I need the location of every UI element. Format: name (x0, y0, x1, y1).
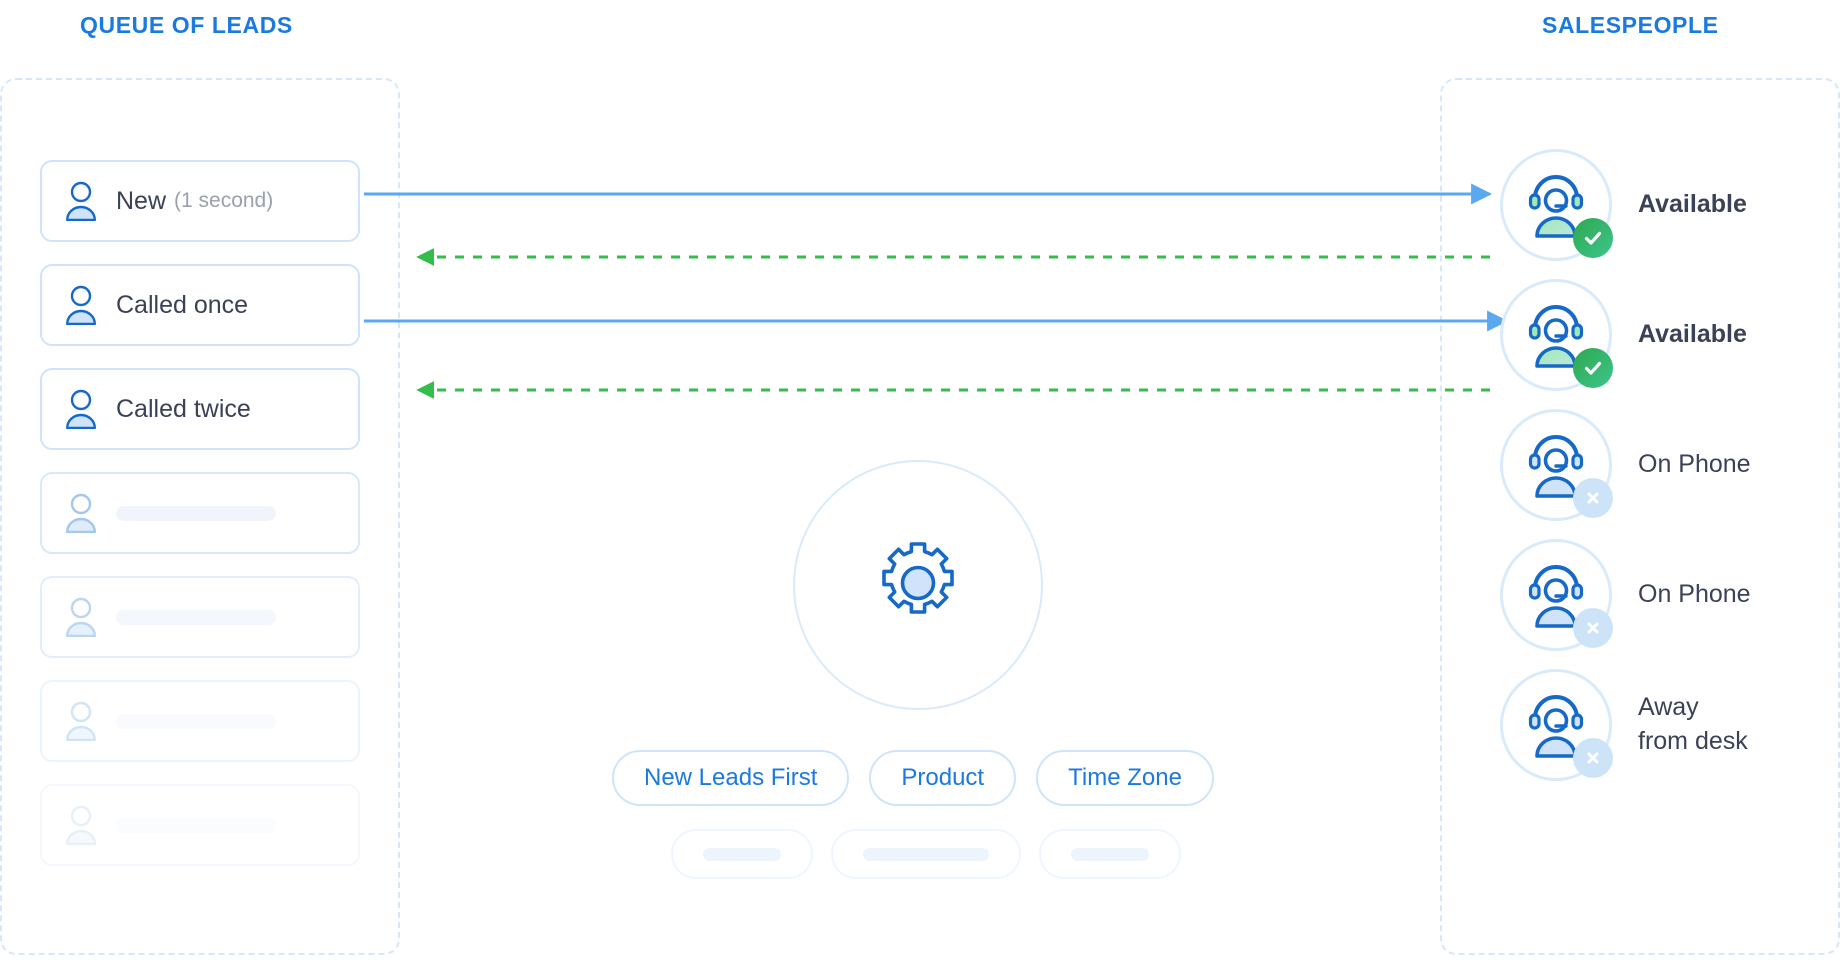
status-line: On Phone (1638, 580, 1751, 609)
lead-label: New (116, 186, 167, 215)
close-icon (1573, 608, 1613, 648)
status-line: Available (1638, 320, 1747, 349)
lead-label-placeholder (116, 505, 276, 521)
person-icon (64, 597, 98, 638)
rule-pill-label: Time Zone (1068, 764, 1182, 791)
close-icon (1573, 738, 1613, 778)
lead-label-placeholder (116, 817, 276, 833)
rule-pill-placeholder (831, 829, 1021, 879)
avatar (1500, 539, 1613, 651)
rule-pill-placeholder (1039, 829, 1181, 879)
status-line: Available (1638, 190, 1747, 219)
routing-rules-placeholder-row (671, 829, 1181, 879)
person-icon (64, 181, 98, 222)
person-icon (64, 805, 98, 846)
person-icon (64, 493, 98, 534)
person-icon (64, 701, 98, 742)
lead-routing-diagram: QUEUE OF LEADS SALESPEOPLE New (1 second… (0, 0, 1840, 960)
check-icon (1573, 348, 1613, 388)
lead-card-placeholder (40, 576, 360, 658)
rule-pill-product[interactable]: Product (869, 750, 1017, 806)
lead-label: Called twice (116, 394, 251, 423)
status-line: from desk (1638, 727, 1748, 755)
lead-label-placeholder (116, 713, 276, 729)
salespeople-column-heading: SALESPEOPLE (1542, 12, 1719, 38)
lead-label: Called once (116, 290, 249, 319)
lead-card-placeholder (40, 472, 360, 554)
salesperson-status: Away from desk (1638, 691, 1748, 759)
rule-pill-placeholder-bar (1071, 847, 1149, 861)
rule-pill-label: New Leads First (644, 764, 818, 791)
salesperson-status: On Phone (1638, 448, 1751, 482)
lead-timer: (1 second) (174, 189, 274, 212)
salespeople-list: Available Available On Phone On Phone Aw… (1500, 140, 1830, 790)
avatar (1500, 279, 1613, 391)
lead-card[interactable]: Called once (40, 264, 360, 346)
salesperson-row[interactable]: On Phone (1500, 400, 1830, 530)
avatar (1500, 409, 1613, 521)
rule-pill-new-leads-first[interactable]: New Leads First (612, 750, 850, 806)
routing-engine-circle (793, 460, 1043, 710)
gear-icon (875, 540, 961, 631)
routing-rules-pill-row: New Leads First Product Time Zone (612, 750, 1214, 806)
salesperson-status: On Phone (1638, 578, 1751, 612)
salesperson-status: Available (1638, 318, 1747, 352)
person-icon (64, 285, 98, 326)
salesperson-row[interactable]: On Phone (1500, 530, 1830, 660)
queue-column-heading: QUEUE OF LEADS (80, 12, 293, 38)
avatar (1500, 149, 1613, 261)
salesperson-status: Available (1638, 188, 1747, 222)
salesperson-row[interactable]: Away from desk (1500, 660, 1830, 790)
check-icon (1573, 218, 1613, 258)
lead-card-placeholder (40, 680, 360, 762)
salesperson-row[interactable]: Available (1500, 140, 1830, 270)
lead-card[interactable]: Called twice (40, 368, 360, 450)
lead-card[interactable]: New (1 second) (40, 160, 360, 242)
rule-pill-label: Product (901, 764, 985, 791)
status-line: Away (1638, 693, 1699, 722)
status-line: On Phone (1638, 450, 1751, 479)
rule-pill-placeholder-bar (703, 847, 781, 861)
salesperson-row[interactable]: Available (1500, 270, 1830, 400)
lead-label-placeholder (116, 609, 276, 625)
close-icon (1573, 478, 1613, 518)
rule-pill-placeholder-bar (863, 847, 989, 861)
avatar (1500, 669, 1613, 781)
lead-card-placeholder (40, 784, 360, 866)
rule-pill-placeholder (671, 829, 813, 879)
person-icon (64, 389, 98, 430)
queue-of-leads-list: New (1 second) Called once Called twice (40, 160, 360, 888)
rule-pill-time-zone[interactable]: Time Zone (1036, 750, 1214, 806)
